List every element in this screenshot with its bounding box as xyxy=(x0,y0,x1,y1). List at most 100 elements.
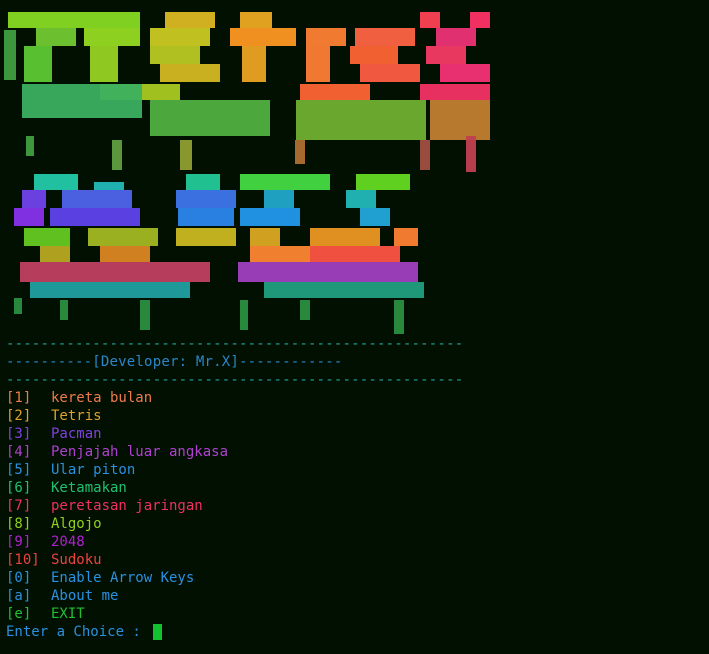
menu-item-key: [9] xyxy=(6,534,32,550)
banner-block xyxy=(300,84,370,100)
banner-block xyxy=(350,46,398,64)
menu-item[interactable]: [4] Penjajah luar angkasa xyxy=(6,443,228,461)
choice-prompt[interactable]: Enter a Choice : xyxy=(6,623,228,641)
menu-item[interactable]: [5] Ular piton xyxy=(6,461,228,479)
menu-item[interactable]: [a] About me xyxy=(6,587,228,605)
menu-item-key: [5] xyxy=(6,462,32,478)
banner-drip xyxy=(22,84,142,118)
banner-block xyxy=(306,28,346,46)
banner-block xyxy=(240,12,272,28)
banner-block xyxy=(62,190,132,208)
banner-block xyxy=(22,190,46,208)
menu-item-label: Ular piton xyxy=(51,462,136,478)
menu-item[interactable]: [8] Algojo xyxy=(6,515,228,533)
menu-item-label: peretasan jaringan xyxy=(51,498,203,514)
banner-block xyxy=(230,28,296,46)
terminal-window: ----------------------------------------… xyxy=(0,0,709,654)
banner-drip xyxy=(295,140,305,164)
menu-item[interactable]: [2] Tetris xyxy=(6,407,228,425)
banner-drip xyxy=(180,140,192,170)
banner-block xyxy=(355,28,415,46)
banner-block xyxy=(242,46,266,82)
banner-block xyxy=(176,190,236,208)
menu-item-label: Tetris xyxy=(51,408,102,424)
banner-drip xyxy=(140,300,150,330)
banner-block xyxy=(178,208,234,226)
main-menu: [1] kereta bulan [2] Tetris [3] Pacman [4] Penj… xyxy=(6,389,228,641)
menu-item-key: [8] xyxy=(6,516,32,532)
menu-item-key: [a] xyxy=(6,588,32,604)
banner-drip xyxy=(264,282,424,298)
banner-drip xyxy=(240,300,248,330)
banner-block xyxy=(240,174,330,190)
menu-item[interactable]: [3] Pacman xyxy=(6,425,228,443)
menu-item-key: [3] xyxy=(6,426,32,442)
banner-block xyxy=(356,174,410,190)
banner-drip xyxy=(112,140,122,170)
text-cursor[interactable] xyxy=(153,624,163,640)
menu-item-label: kereta bulan xyxy=(51,390,153,406)
menu-item[interactable]: [6] Ketamakan xyxy=(6,479,228,497)
menu-item[interactable]: [0] Enable Arrow Keys xyxy=(6,569,228,587)
banner-drip xyxy=(296,100,426,140)
banner-block xyxy=(34,174,78,190)
banner-block xyxy=(264,190,294,208)
menu-item[interactable]: [e] EXIT xyxy=(6,605,228,623)
banner-block xyxy=(8,12,140,28)
banner-block xyxy=(346,190,376,208)
banner-drip xyxy=(150,100,270,136)
banner-drip xyxy=(466,136,476,172)
menu-item[interactable]: [9] 2048 xyxy=(6,533,228,551)
banner-block xyxy=(440,64,490,82)
banner-block xyxy=(88,228,158,246)
menu-item-label: Algojo xyxy=(51,516,102,532)
banner-block xyxy=(36,28,76,46)
menu-item-key: [1] xyxy=(6,390,32,406)
menu-item-key: [e] xyxy=(6,606,32,622)
banner-block xyxy=(240,208,300,226)
banner-block xyxy=(176,228,236,246)
menu-item[interactable]: [1] kereta bulan xyxy=(6,389,228,407)
menu-item[interactable]: [7] peretasan jaringan xyxy=(6,497,228,515)
banner-block xyxy=(436,28,476,46)
menu-item-key: [4] xyxy=(6,444,32,460)
banner-block xyxy=(165,12,215,28)
separator-top: ----------------------------------------… xyxy=(6,336,464,352)
prompt-label: Enter a Choice : xyxy=(6,624,150,640)
banner-block xyxy=(50,208,140,226)
menu-item[interactable]: [10] Sudoku xyxy=(6,551,228,569)
menu-item-key: [6] xyxy=(6,480,32,496)
developer-credit: ----------[Developer: Mr.X]------------ xyxy=(6,354,343,370)
banner-block xyxy=(310,228,380,246)
banner-drip xyxy=(14,298,22,314)
banner-block xyxy=(84,28,140,46)
menu-item-label: Enable Arrow Keys xyxy=(51,570,195,586)
banner-drip xyxy=(4,30,16,80)
banner-drip xyxy=(26,136,34,156)
menu-item-label: Sudoku xyxy=(51,552,102,568)
separator-bottom: ----------------------------------------… xyxy=(6,372,464,388)
banner-block xyxy=(250,246,310,262)
banner-drip xyxy=(20,262,210,282)
banner-block xyxy=(160,64,220,82)
banner-block xyxy=(360,64,420,82)
banner-block xyxy=(360,208,390,226)
menu-item-label: EXIT xyxy=(51,606,85,622)
banner-block xyxy=(14,208,44,226)
menu-item-label: 2048 xyxy=(51,534,85,550)
banner-block xyxy=(420,84,490,100)
menu-item-key: [2] xyxy=(6,408,32,424)
banner-block xyxy=(426,46,466,64)
banner-block xyxy=(24,46,52,82)
banner-block xyxy=(150,28,210,46)
banner-block xyxy=(90,46,118,82)
banner-block xyxy=(394,228,418,246)
menu-item-label: About me xyxy=(51,588,119,604)
banner-drip xyxy=(238,262,418,282)
banner-drip xyxy=(394,300,404,334)
menu-item-label: Ketamakan xyxy=(51,480,127,496)
menu-item-key: [0] xyxy=(6,570,32,586)
banner-block xyxy=(250,228,280,246)
banner-block xyxy=(420,12,440,28)
banner-drip xyxy=(430,100,490,140)
